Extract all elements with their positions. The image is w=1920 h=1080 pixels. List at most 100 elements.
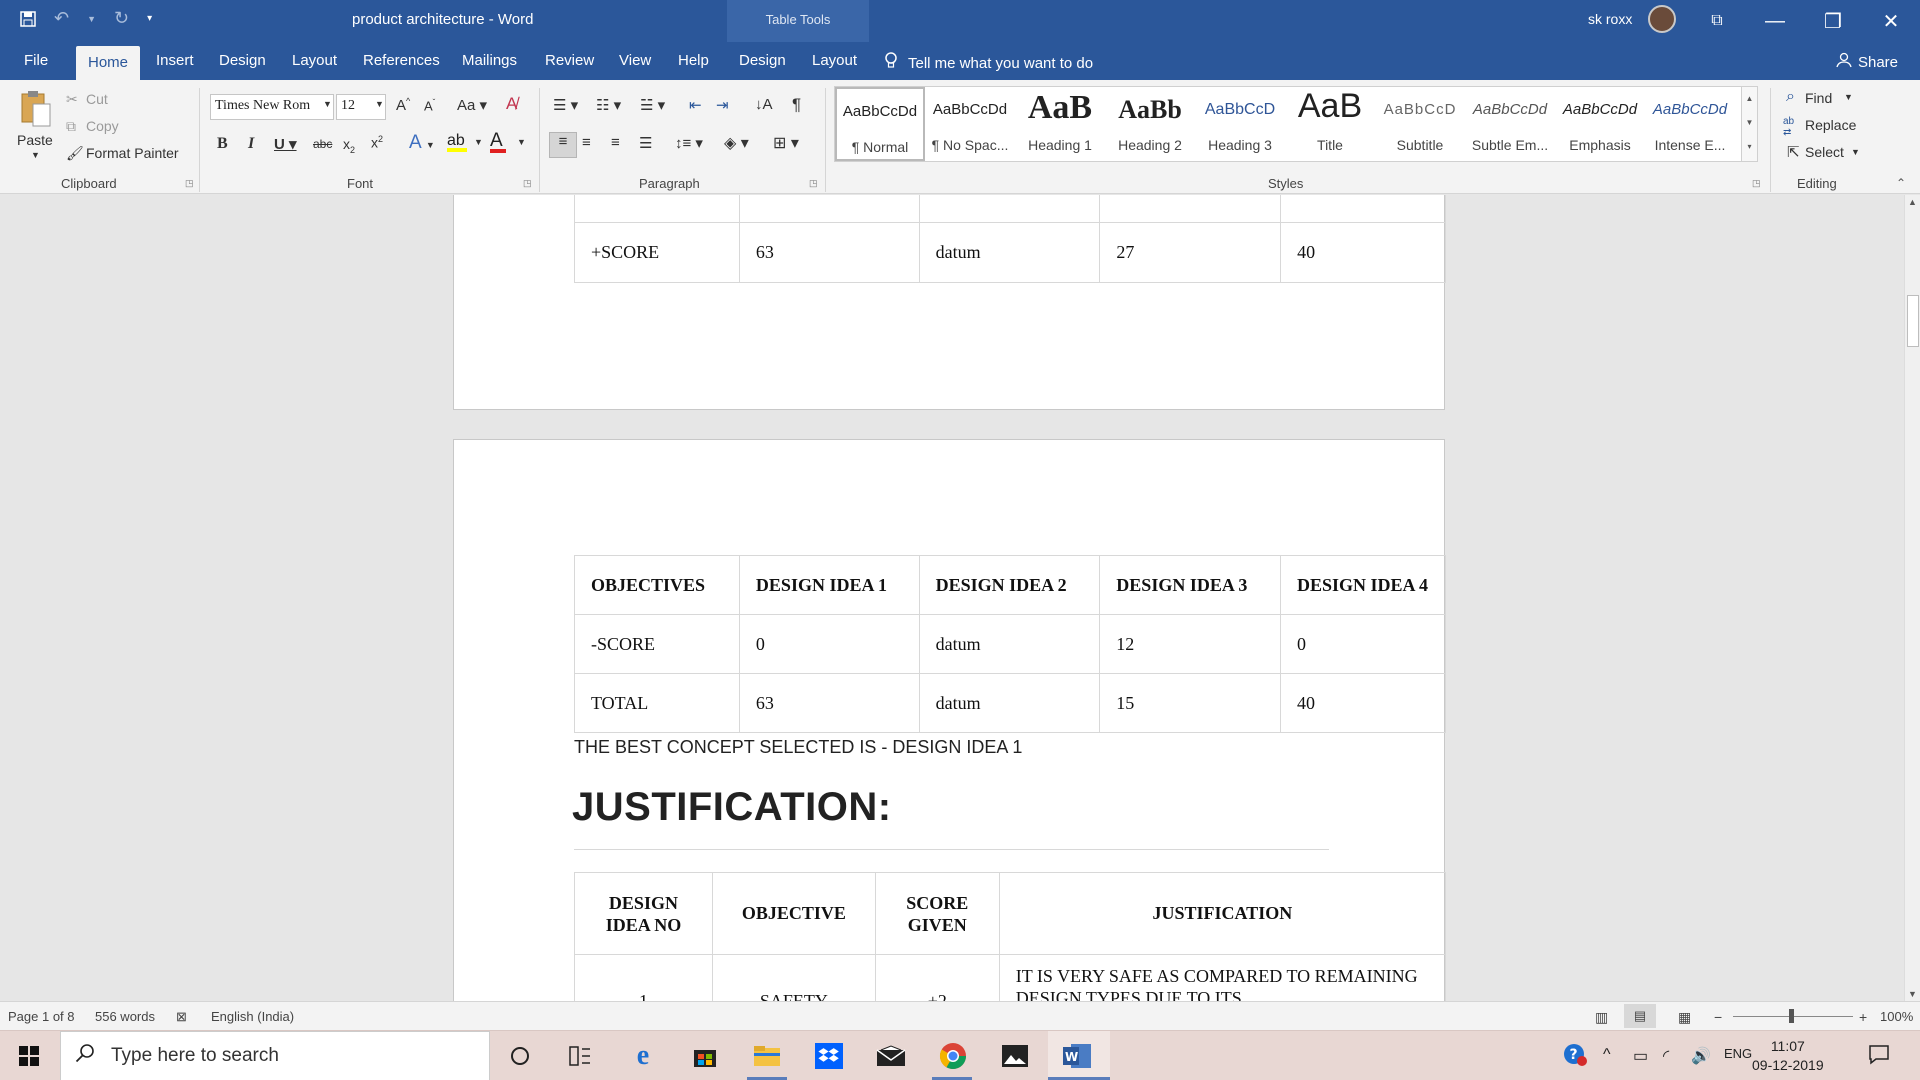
grow-font-icon[interactable]: A^ (396, 96, 410, 114)
table-header-cell[interactable]: DESIGN IDEA 3 (1099, 555, 1281, 615)
borders-icon[interactable]: ⊞ ▾ (773, 133, 799, 153)
table-header-cell[interactable]: DESIGN IDEA 1 (738, 555, 920, 615)
print-layout-icon[interactable]: ▤ (1624, 1004, 1656, 1028)
align-right-icon[interactable]: ≡ (611, 134, 620, 151)
bold-icon[interactable]: B (217, 135, 228, 153)
find-icon[interactable]: ⌕ (1786, 88, 1795, 106)
table-cell[interactable]: 0 (738, 614, 920, 674)
tab-table-design[interactable]: Design (739, 52, 786, 69)
photos-icon[interactable] (998, 1040, 1032, 1072)
start-icon[interactable] (12, 1040, 46, 1072)
select-button[interactable]: Select (1805, 144, 1844, 160)
minimize-button[interactable]: — (1746, 0, 1804, 42)
font-name-dropdown-icon[interactable]: ▼ (323, 99, 332, 109)
strikethrough-icon[interactable]: abc (313, 137, 332, 151)
close-button[interactable]: ✕ (1862, 0, 1920, 42)
table-cell[interactable]: IT IS VERY SAFE AS COMPARED TO REMAINING… (998, 954, 1447, 1001)
style-intense-emphasis[interactable]: AaBbCcDd Intense E... (1645, 87, 1735, 161)
scroll-down-icon[interactable]: ▼ (1908, 989, 1917, 999)
cut-button[interactable]: Cut (86, 91, 108, 107)
task-view-icon[interactable] (563, 1040, 597, 1072)
table-cell[interactable]: -SCORE (574, 614, 740, 674)
styles-scroll-control[interactable]: ▲ ▼ ▾ (1741, 87, 1757, 161)
restore-button[interactable]: ❐ (1804, 0, 1862, 42)
justification-heading[interactable]: JUSTIFICATION: (572, 785, 892, 830)
clear-formatting-icon[interactable]: A̸ (506, 94, 517, 114)
tab-help[interactable]: Help (678, 52, 709, 69)
table-cell[interactable]: 40 (1280, 222, 1446, 283)
numbering-icon[interactable]: ☷ ▾ (596, 96, 621, 114)
page-count[interactable]: Page 1 of 8 (8, 1009, 75, 1024)
tab-insert[interactable]: Insert (156, 52, 194, 69)
format-painter-button[interactable]: Format Painter (86, 145, 179, 161)
underline-icon[interactable]: U ▾ (274, 135, 297, 153)
multilevel-list-icon[interactable]: ☱ ▾ (640, 96, 665, 114)
avatar[interactable] (1648, 5, 1676, 33)
table-cell[interactable]: 63 (738, 222, 920, 283)
table-cell[interactable]: TOTAL (574, 673, 740, 733)
help-badge-icon[interactable]: ? (1562, 1042, 1588, 1073)
tab-file[interactable]: File (24, 52, 48, 69)
superscript-icon[interactable]: x2 (371, 134, 383, 151)
table-cell[interactable]: 27 (1099, 222, 1282, 283)
share-button[interactable]: Share (1836, 52, 1898, 72)
table-header-cell[interactable]: DESIGN IDEA 2 (918, 555, 1101, 615)
tab-layout[interactable]: Layout (292, 52, 337, 69)
table-cell[interactable]: SAFETY (711, 954, 876, 1001)
change-case-icon[interactable]: Aa ▾ (457, 96, 487, 114)
file-explorer-icon[interactable] (750, 1040, 784, 1072)
undo-icon[interactable]: ↶ (54, 8, 69, 29)
table-header-cell[interactable]: OBJECTIVE (711, 872, 876, 955)
battery-icon[interactable]: ▭ (1633, 1046, 1648, 1066)
shading-icon[interactable]: ◈ ▾ (724, 133, 749, 153)
style-heading-1[interactable]: AaB Heading 1 (1015, 87, 1105, 161)
zoom-out-icon[interactable]: − (1714, 1009, 1722, 1025)
redo-icon[interactable]: ↻ (114, 8, 129, 29)
tell-me-box[interactable]: Tell me what you want to do (884, 52, 1093, 74)
sort-icon[interactable]: ↓A (755, 96, 773, 113)
table-cell[interactable]: 12 (1099, 614, 1281, 674)
user-name[interactable]: sk roxx (1588, 11, 1632, 27)
edge-icon[interactable]: e (626, 1040, 660, 1072)
tab-table-layout[interactable]: Layout (812, 52, 857, 69)
save-icon[interactable] (20, 10, 36, 27)
font-name-input[interactable]: Times New Rom (210, 94, 334, 120)
taskbar-search[interactable]: Type here to search (60, 1031, 490, 1080)
table-cell[interactable]: 0 (1279, 614, 1447, 674)
replace-button[interactable]: Replace (1805, 117, 1856, 133)
select-dropdown-icon[interactable]: ▼ (1851, 147, 1860, 157)
zoom-level[interactable]: 100% (1880, 1009, 1913, 1024)
style-no-spacing[interactable]: AaBbCcDd ¶ No Spac... (925, 87, 1015, 161)
style-heading-2[interactable]: AaBb Heading 2 (1105, 87, 1195, 161)
tab-mailings[interactable]: Mailings (462, 52, 517, 69)
tab-review[interactable]: Review (545, 52, 594, 69)
web-layout-icon[interactable]: ▦ (1678, 1009, 1691, 1026)
table-cell[interactable]: 15 (1099, 673, 1281, 733)
table-cell[interactable]: 40 (1279, 673, 1447, 733)
chrome-icon[interactable] (936, 1040, 970, 1072)
customize-qat-icon[interactable]: ▾ (147, 13, 152, 24)
table-header-cell[interactable]: JUSTIFICATION (998, 872, 1447, 955)
table-cell[interactable]: datum (918, 673, 1101, 733)
shrink-font-icon[interactable]: Aˇ (424, 98, 435, 113)
paragraph-launcher-icon[interactable]: ◳ (809, 178, 818, 189)
table-cell[interactable]: +SCORE (574, 222, 740, 283)
cut-icon[interactable]: ✂ (66, 91, 78, 108)
select-icon[interactable]: ⇱ (1787, 143, 1800, 161)
table-cell[interactable]: datum (918, 614, 1101, 674)
table-cell[interactable]: 63 (738, 673, 920, 733)
table-cell[interactable]: +2 (874, 954, 1000, 1001)
show-formatting-marks-icon[interactable]: ¶ (792, 95, 801, 115)
copy-button[interactable]: Copy (86, 118, 119, 134)
align-center-icon[interactable]: ≡ (582, 134, 591, 151)
word-count[interactable]: 556 words (95, 1009, 155, 1024)
style-heading-3[interactable]: AaBbCcD Heading 3 (1195, 87, 1285, 161)
find-dropdown-icon[interactable]: ▼ (1844, 92, 1853, 102)
styles-launcher-icon[interactable]: ◳ (1752, 178, 1761, 189)
tab-references[interactable]: References (363, 52, 440, 69)
wifi-icon[interactable]: ◜ (1663, 1046, 1669, 1066)
increase-indent-icon[interactable]: ⇥ (716, 96, 729, 114)
zoom-in-icon[interactable]: + (1859, 1009, 1867, 1025)
font-color-dropdown-icon[interactable]: ▼ (517, 137, 526, 147)
format-painter-icon[interactable]: 🖌 (66, 145, 84, 162)
